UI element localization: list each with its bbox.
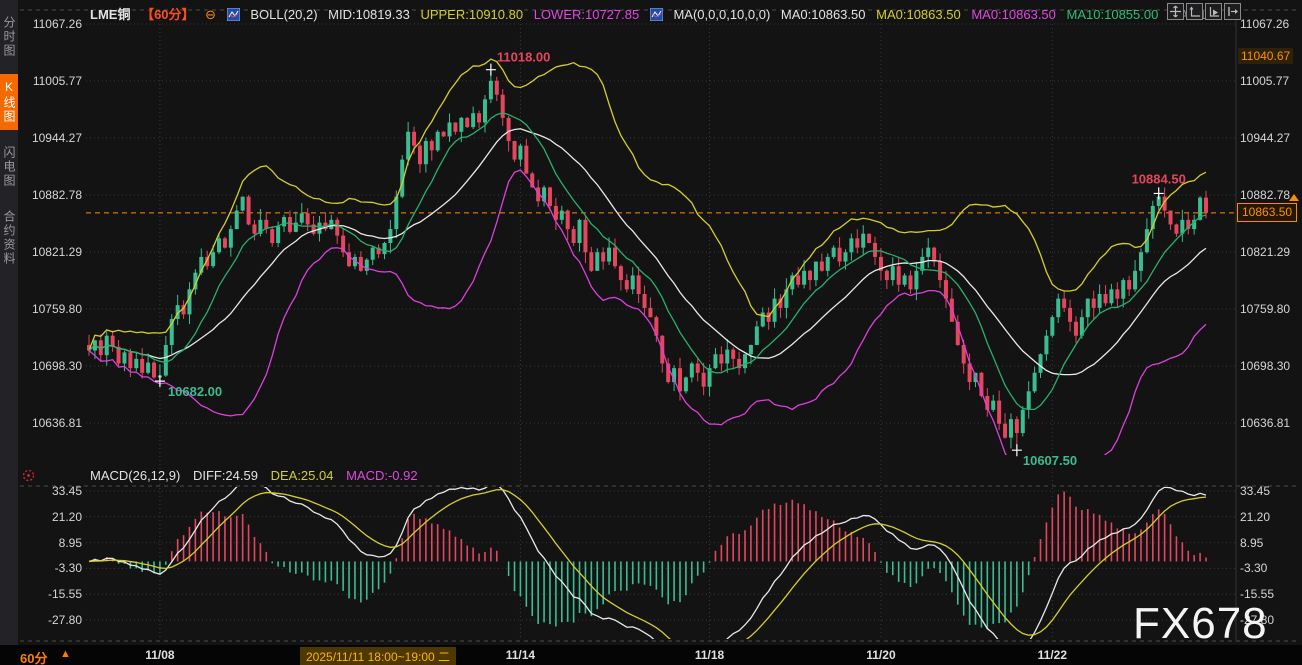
sidebar: 分时图 K线图 闪电图 合约资料 — [0, 0, 18, 645]
sidebar-item-kline-chart[interactable]: K线图 — [0, 74, 18, 130]
ma-chart-icon[interactable] — [650, 8, 663, 24]
kline-chart-canvas[interactable]: 11018.00 10682.00 10607.50 10884.50 — [0, 0, 1302, 645]
macd-axis-label-left: 21.20 — [20, 510, 82, 524]
macd-axis-label-left: -15.55 — [20, 587, 82, 601]
svg-text:10884.50: 10884.50 — [1132, 171, 1186, 186]
pane-switch-icon[interactable] — [1224, 3, 1241, 20]
y-axis-zoom-icon[interactable] — [1186, 3, 1203, 20]
macd-dea-value: DEA:25.04 — [271, 468, 334, 483]
price-axis-label-right: 10944.27 — [1240, 131, 1290, 145]
macd-axis-label-left: -27.80 — [20, 613, 82, 627]
price-axis-label-right: 10821.29 — [1240, 245, 1290, 259]
sidebar-item-flash-chart[interactable]: 闪电图 — [0, 140, 18, 194]
macd-axis-label-right: -3.30 — [1240, 561, 1267, 575]
drag-move-icon[interactable] — [1167, 3, 1184, 20]
price-axis-label-left: 10698.30 — [20, 359, 82, 373]
boll-lower-value: LOWER:10727.85 — [534, 7, 640, 22]
boll-params: BOLL(20,2) — [250, 7, 317, 22]
sidebar-item-time-chart[interactable]: 分时图 — [0, 10, 18, 64]
price-axis-label-right: 11067.26 — [1240, 17, 1289, 31]
macd-axis-label-left: 8.95 — [20, 536, 82, 550]
watermark: FX678 — [1133, 599, 1268, 649]
price-axis-label-right: 10882.78 — [1240, 188, 1290, 202]
ma0-magenta-value: MA0:10863.50 — [971, 7, 1056, 22]
date-tick-label: 11/18 — [695, 648, 724, 662]
date-tick-label: 11/20 — [866, 648, 895, 662]
date-tick-label: 11/14 — [506, 648, 535, 662]
price-axis-label-right: 11005.77 — [1240, 74, 1289, 88]
upper-band-price-badge: 11040.67 — [1238, 48, 1293, 64]
price-axis-label-right: 10759.80 — [1240, 302, 1290, 316]
svg-text:11018.00: 11018.00 — [497, 50, 551, 65]
date-tick-label: 11/22 — [1038, 648, 1067, 662]
period-tag: 【60分】 — [141, 7, 194, 22]
macd-axis-label-left: -3.30 — [20, 561, 82, 575]
ma0-white-value: MA0:10863.50 — [781, 7, 866, 22]
price-axis-label-right: 10698.30 — [1240, 359, 1290, 373]
date-tick-label: 11/08 — [145, 648, 174, 662]
period-selector[interactable]: 60分 — [20, 648, 47, 665]
period-up-arrow-icon[interactable]: ▲ — [60, 648, 71, 660]
selected-candle-timestamp: 2025/11/11 18:00~19:00 二 — [300, 647, 456, 665]
boll-chart-icon[interactable] — [227, 8, 240, 24]
indicator-header: LME铜 【60分】 ⊖ BOLL(20,2) MID:10819.33 UPP… — [90, 4, 1228, 24]
ma0-yellow-value: MA0:10863.50 — [876, 7, 961, 22]
svg-text:10607.50: 10607.50 — [1023, 453, 1077, 468]
chart-toolbar — [1167, 3, 1241, 20]
price-marker-arrow-icon — [1289, 194, 1299, 201]
price-axis-label-left: 11067.26 — [20, 17, 82, 31]
symbol-name: LME铜 — [90, 7, 130, 22]
macd-diff-value: DIFF:24.59 — [193, 468, 258, 483]
price-axis-label-left: 11005.77 — [20, 74, 82, 88]
macd-hist-value: MACD:-0.92 — [346, 468, 418, 483]
time-axis-bar: 60分 ▲ 2025/11/11 18:00~19:00 二 11/08 11/1… — [0, 645, 1302, 665]
svg-text:10682.00: 10682.00 — [168, 384, 222, 399]
collapse-toggle-icon[interactable]: ⊖ — [205, 7, 216, 22]
price-axis-label-left: 10944.27 — [20, 131, 82, 145]
price-axis-label-right: 10636.81 — [1240, 416, 1290, 430]
ma10-value: MA10:10855.00 — [1067, 7, 1159, 22]
boll-upper-value: UPPER:10910.80 — [420, 7, 523, 22]
macd-axis-label-right: 8.95 — [1240, 536, 1263, 550]
price-axis-label-left: 10759.80 — [20, 302, 82, 316]
macd-target-icon[interactable] — [21, 468, 36, 483]
price-axis-label-left: 10882.78 — [20, 188, 82, 202]
macd-axis-label-right: 33.45 — [1240, 484, 1270, 498]
x-axis-zoom-icon[interactable] — [1205, 3, 1222, 20]
macd-params: MACD(26,12,9) — [90, 468, 180, 483]
price-axis-label-left: 10636.81 — [20, 416, 82, 430]
trading-app-window: 分时图 K线图 闪电图 合约资料 11018.00 10682.00 10607.5… — [0, 0, 1302, 665]
boll-mid-value: MID:10819.33 — [328, 7, 410, 22]
macd-header: MACD(26,12,9) DIFF:24.59 DEA:25.04 MACD:… — [90, 468, 427, 483]
price-axis-label-left: 10821.29 — [20, 245, 82, 259]
last-price-badge: 10863.50 — [1237, 203, 1297, 222]
macd-axis-label-right: 21.20 — [1240, 510, 1270, 524]
macd-axis-label-left: 33.45 — [20, 484, 82, 498]
ma-params: MA(0,0,0,10,0,0) — [673, 7, 770, 22]
sidebar-item-contract-info[interactable]: 合约资料 — [0, 204, 18, 272]
